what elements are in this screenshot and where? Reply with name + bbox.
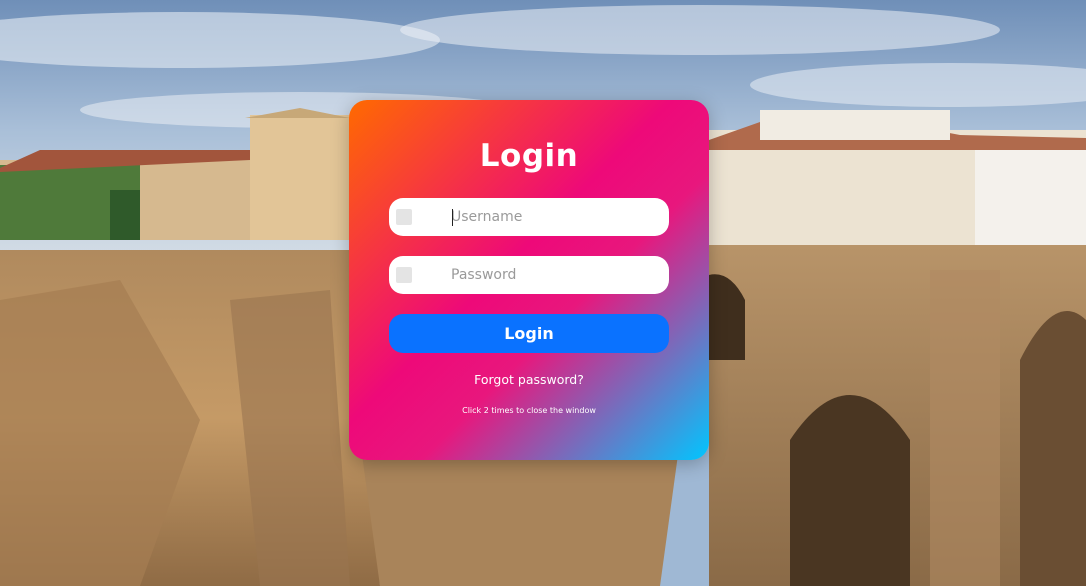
username-field[interactable] — [389, 198, 669, 236]
login-title: Login — [479, 138, 579, 174]
login-button[interactable]: Login — [389, 314, 669, 353]
close-hint: Click 2 times to close the window — [462, 406, 596, 415]
login-card: Login Login Forgot password? Click 2 tim… — [349, 100, 709, 460]
password-field[interactable] — [389, 256, 669, 294]
lock-icon — [396, 267, 412, 283]
username-input[interactable] — [451, 198, 661, 236]
password-input[interactable] — [451, 256, 661, 294]
login-window[interactable]: Login Login Forgot password? Click 2 tim… — [0, 0, 1086, 586]
text-caret — [452, 209, 453, 226]
user-icon — [396, 209, 412, 225]
forgot-password-link[interactable]: Forgot password? — [349, 372, 709, 387]
